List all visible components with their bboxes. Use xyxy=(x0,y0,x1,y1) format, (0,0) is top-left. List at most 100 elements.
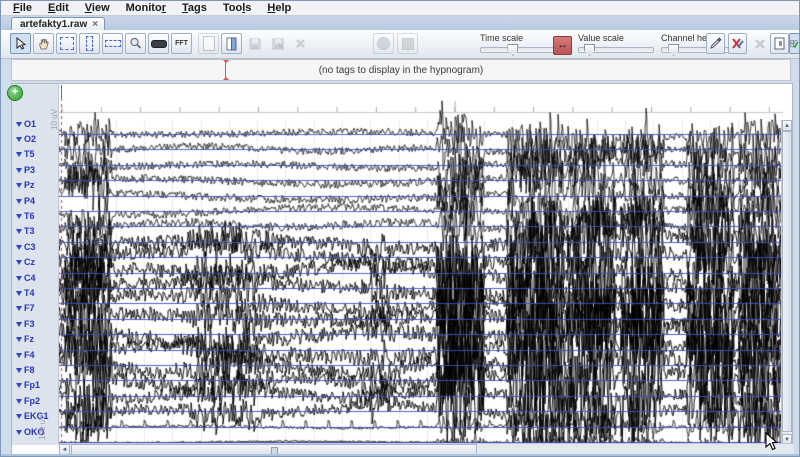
channel-dropdown-icon[interactable] xyxy=(16,183,22,188)
channel-label-o2[interactable]: O2 xyxy=(16,134,36,144)
channel-dropdown-icon[interactable] xyxy=(16,276,22,281)
stop-button[interactable] xyxy=(397,33,418,54)
channel-dropdown-icon[interactable] xyxy=(16,137,22,142)
select-block-button[interactable] xyxy=(56,33,77,54)
menu-item-tools[interactable]: Tools xyxy=(215,2,260,14)
new-document-button[interactable] xyxy=(198,33,219,54)
document-compare-button[interactable] xyxy=(221,33,242,54)
channel-dropdown-icon[interactable] xyxy=(16,353,22,358)
channel-dropdown-icon[interactable] xyxy=(16,122,22,127)
document-info-button[interactable] xyxy=(770,33,789,54)
channel-dropdown-icon[interactable] xyxy=(16,306,22,311)
edit-tags-button[interactable] xyxy=(728,33,747,54)
channel-dropdown-icon[interactable] xyxy=(16,383,22,388)
channel-dropdown-icon[interactable] xyxy=(16,337,22,342)
channel-label-f4[interactable]: F4 xyxy=(16,350,35,360)
menu-item-help[interactable]: Help xyxy=(259,2,299,14)
channel-label-fz[interactable]: Fz xyxy=(16,335,34,345)
select-row-button[interactable] xyxy=(102,33,123,54)
menu-item-file[interactable]: File xyxy=(5,2,40,14)
timeline[interactable] xyxy=(59,84,783,98)
value-scale-thumb[interactable] xyxy=(584,44,595,56)
channel-name: T6 xyxy=(24,212,35,221)
channel-label-c4[interactable]: C4 xyxy=(16,273,36,283)
tag-edit-icon xyxy=(731,37,745,50)
channel-label-f3[interactable]: F3 xyxy=(16,319,35,329)
channel-dropdown-icon[interactable] xyxy=(16,291,22,296)
scroll-up-arrow[interactable]: ▲ xyxy=(782,120,792,131)
channel-dropdown-icon[interactable] xyxy=(16,214,22,219)
menu-item-view[interactable]: View xyxy=(77,2,118,14)
channel-dropdown-icon[interactable] xyxy=(16,414,22,419)
vertical-scrollbar-thumb[interactable] xyxy=(782,131,792,432)
signal-view: + O1O2T5P3PzP4T6T3C3CzC4T4F7F3FzF4F8Fp1F… xyxy=(11,83,793,456)
channel-name: F7 xyxy=(24,304,35,313)
channel-height-slider[interactable] xyxy=(661,47,737,53)
channel-label-fp2[interactable]: Fp2 xyxy=(16,396,40,406)
channel-name: P3 xyxy=(24,166,35,175)
channel-name: F4 xyxy=(24,351,35,360)
record-button[interactable] xyxy=(373,33,394,54)
channel-label-cz[interactable]: Cz xyxy=(16,258,35,268)
fft-icon: FFT xyxy=(175,40,188,47)
channel-label-p3[interactable]: P3 xyxy=(16,165,35,175)
select-block-icon xyxy=(60,37,74,50)
channel-name: F8 xyxy=(24,366,35,375)
measure-icon xyxy=(151,40,167,48)
zoom-button[interactable] xyxy=(125,33,146,54)
measure-button[interactable] xyxy=(148,33,169,54)
time-reset-button[interactable]: ↔ xyxy=(553,36,572,55)
save-button[interactable] xyxy=(244,33,265,54)
select-arrow-button[interactable] xyxy=(10,33,31,54)
tab-bar: artefakty1.raw × xyxy=(1,16,799,30)
vertical-scrollbar[interactable]: ▲ ▼ xyxy=(781,120,792,445)
channel-name: C4 xyxy=(24,274,36,283)
channel-dropdown-icon[interactable] xyxy=(16,229,22,234)
delete-tag-button[interactable] xyxy=(750,33,769,54)
add-tag-button[interactable]: + xyxy=(7,85,23,101)
pan-hand-button[interactable] xyxy=(33,33,54,54)
close-document-button[interactable] xyxy=(290,33,311,54)
save-as-button[interactable] xyxy=(267,33,288,54)
channel-dropdown-icon[interactable] xyxy=(16,399,22,404)
channel-dropdown-icon[interactable] xyxy=(16,430,22,435)
channel-dropdown-icon[interactable] xyxy=(16,168,22,173)
channel-label-o1[interactable]: O1 xyxy=(16,119,36,129)
time-scale-thumb[interactable] xyxy=(507,44,518,56)
channel-name: O2 xyxy=(24,135,36,144)
menu-item-edit[interactable]: Edit xyxy=(40,2,77,14)
channel-dropdown-icon[interactable] xyxy=(16,368,22,373)
menu-item-tags[interactable]: Tags xyxy=(174,2,215,14)
channel-label-c3[interactable]: C3 xyxy=(16,242,36,252)
channel-label-t6[interactable]: T6 xyxy=(16,211,35,221)
time-scale-slider[interactable] xyxy=(480,47,556,53)
channel-label-t3[interactable]: T3 xyxy=(16,227,35,237)
value-scale-top-label: 10 uV xyxy=(50,109,59,130)
fft-button[interactable]: FFT xyxy=(171,33,192,54)
menu-item-monitor[interactable]: Monitor xyxy=(118,2,174,14)
channel-label-t4[interactable]: T4 xyxy=(16,288,35,298)
channel-dropdown-icon[interactable] xyxy=(16,322,22,327)
eeg-plot[interactable] xyxy=(59,98,783,443)
channel-name: P4 xyxy=(24,197,35,206)
channel-dropdown-icon[interactable] xyxy=(16,199,22,204)
channel-label-t5[interactable]: T5 xyxy=(16,150,35,160)
time-scale-label: Time scale xyxy=(480,33,556,43)
channel-dropdown-icon[interactable] xyxy=(16,152,22,157)
channel-dropdown-icon[interactable] xyxy=(16,260,22,265)
channel-height-thumb[interactable] xyxy=(668,44,679,56)
channel-label-pz[interactable]: Pz xyxy=(16,181,35,191)
channel-height-label: Channel height xyxy=(661,33,737,43)
channel-dropdown-icon[interactable] xyxy=(16,245,22,250)
tab-artefakty1[interactable]: artefakty1.raw × xyxy=(11,17,105,31)
hypnogram-panel[interactable]: (no tags to display in the hypnogram) xyxy=(11,59,791,81)
select-column-button[interactable] xyxy=(79,33,100,54)
edit-signal-button[interactable] xyxy=(706,33,725,54)
filters-button[interactable] xyxy=(789,33,800,54)
channel-label-p4[interactable]: P4 xyxy=(16,196,35,206)
channel-label-fp1[interactable]: Fp1 xyxy=(16,381,40,391)
value-scale-slider[interactable] xyxy=(578,47,654,53)
channel-label-f8[interactable]: F8 xyxy=(16,365,35,375)
channel-label-f7[interactable]: F7 xyxy=(16,304,35,314)
tab-close-icon[interactable]: × xyxy=(92,21,98,29)
